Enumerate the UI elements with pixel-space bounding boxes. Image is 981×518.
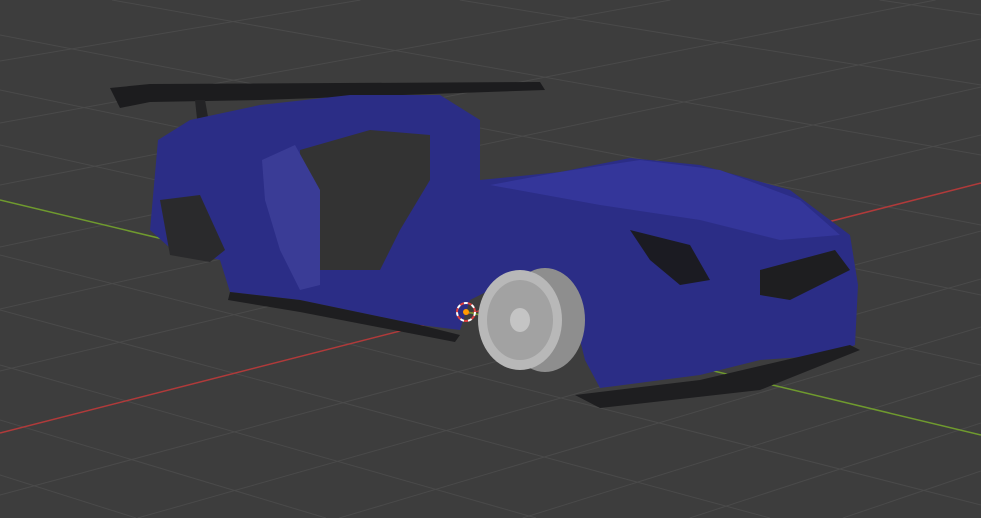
- car-model[interactable]: [0, 0, 981, 518]
- front-wheel: [478, 268, 585, 372]
- 3d-viewport[interactable]: [0, 0, 981, 518]
